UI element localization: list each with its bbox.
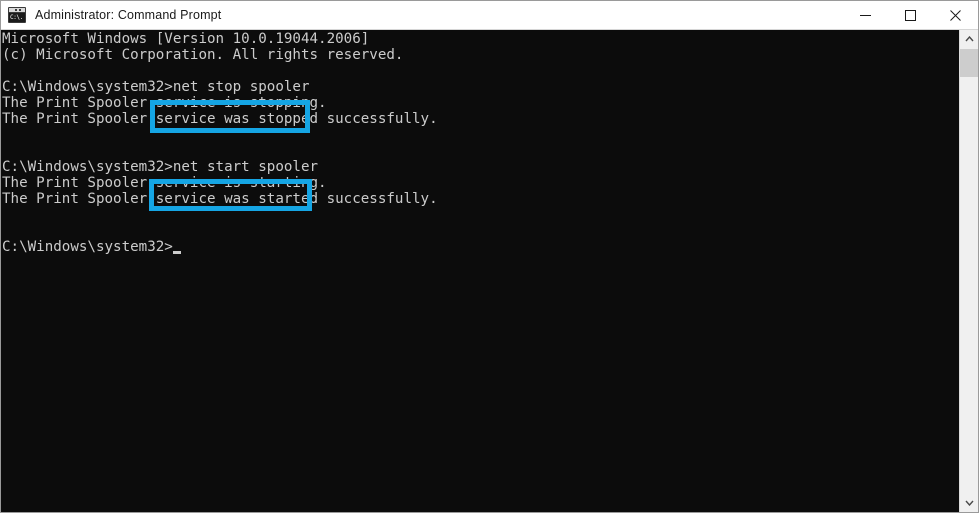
title-bar[interactable]: C:\. Administrator: Command Prompt: [1, 1, 978, 30]
vertical-scrollbar[interactable]: [959, 30, 978, 512]
minimize-button[interactable]: [843, 1, 888, 29]
console-line: The Print Spooler service is stopping.: [2, 95, 327, 111]
icon-screen-text: C:\.: [9, 13, 25, 22]
close-button[interactable]: [933, 1, 978, 29]
scrollbar-track[interactable]: [960, 48, 978, 494]
scrollbar-thumb[interactable]: [960, 49, 978, 77]
maximize-button[interactable]: [888, 1, 933, 29]
console-line: The Print Spooler service is starting.: [2, 175, 327, 191]
maximize-icon: [905, 9, 916, 21]
console-line: The Print Spooler service was stopped su…: [2, 111, 438, 127]
window-controls: [843, 1, 978, 29]
icon-dot-close: [19, 9, 21, 11]
scroll-up-button[interactable]: [960, 30, 978, 48]
chevron-up-icon: [964, 36, 974, 42]
console-text: Microsoft Windows [Version 10.0.19044.20…: [1, 31, 438, 255]
chevron-down-icon: [964, 500, 974, 506]
window-title: Administrator: Command Prompt: [35, 8, 222, 22]
console-line: Microsoft Windows [Version 10.0.19044.20…: [2, 31, 370, 47]
command-prompt-icon: C:\.: [8, 7, 26, 23]
command-prompt-window: C:\. Administrator: Command Prompt Micro…: [0, 0, 979, 513]
scroll-down-button[interactable]: [960, 494, 978, 512]
console-output-area[interactable]: Microsoft Windows [Version 10.0.19044.20…: [1, 30, 978, 512]
console-line: The Print Spooler service was started su…: [2, 191, 438, 207]
close-icon: [950, 9, 961, 21]
console-line: (c) Microsoft Corporation. All rights re…: [2, 47, 404, 63]
console-line: C:\Windows\system32>net stop spooler: [2, 79, 310, 95]
minimize-icon: [860, 14, 871, 16]
icon-dot-minimize: [15, 9, 17, 11]
console-line: C:\Windows\system32>net start spooler: [2, 159, 319, 175]
console-line: C:\Windows\system32>: [2, 239, 438, 255]
text-cursor: [172, 251, 181, 254]
